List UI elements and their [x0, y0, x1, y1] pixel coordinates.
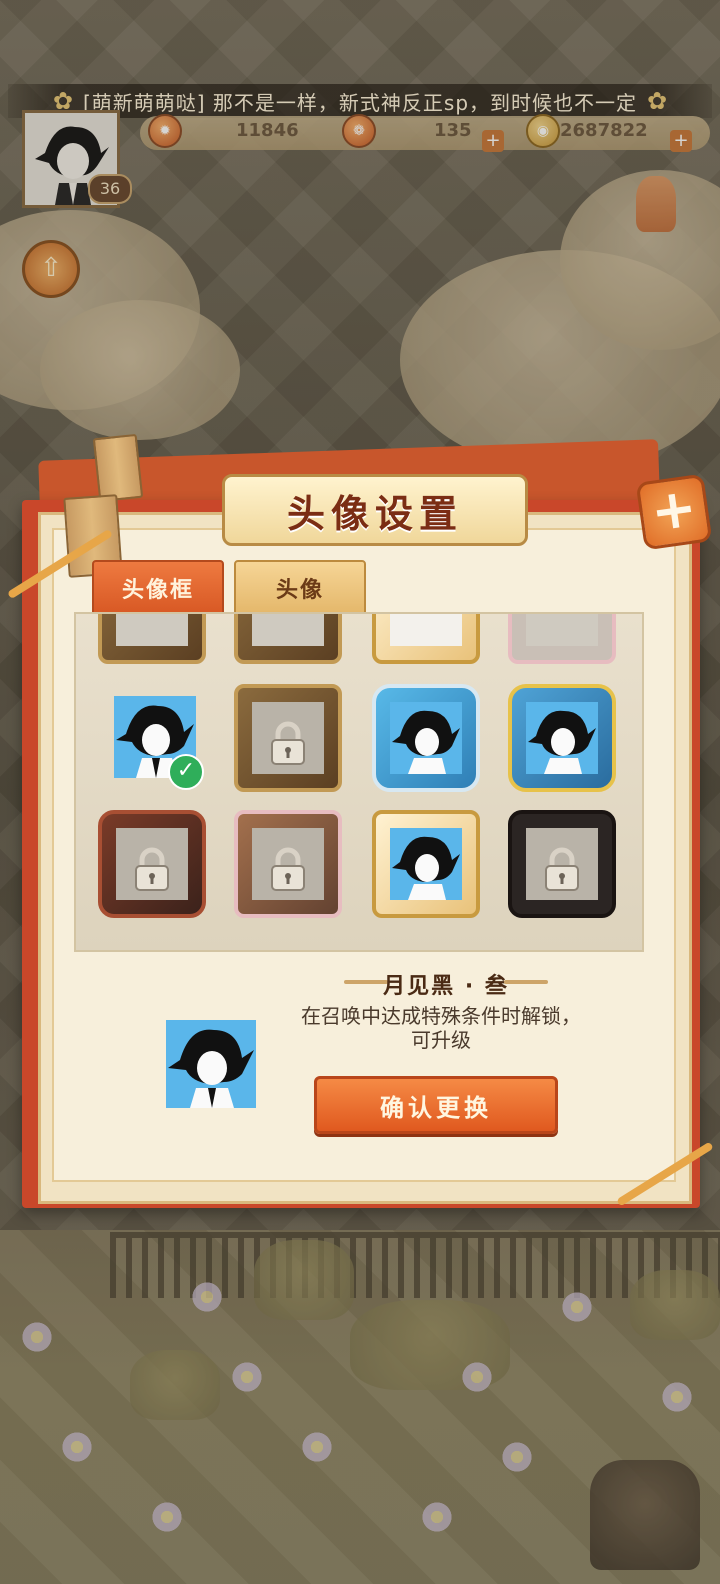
portrait: [526, 702, 598, 774]
frame-item[interactable]: [508, 684, 616, 792]
lock-icon: [271, 721, 305, 765]
close-button[interactable]: +: [635, 473, 713, 551]
tab-avatar-frame[interactable]: 头像框: [92, 560, 224, 616]
portrait: [526, 614, 598, 646]
portrait: [390, 702, 462, 774]
wood-sign-decoration: [92, 433, 144, 503]
frame-item[interactable]: [372, 614, 480, 664]
frame-item-locked[interactable]: [234, 810, 342, 918]
tab-avatar[interactable]: 头像: [234, 560, 366, 616]
frame-item[interactable]: [234, 614, 342, 664]
character-portrait-icon: [390, 828, 462, 900]
selected-frame-preview: [166, 1020, 256, 1108]
portrait: [252, 614, 324, 646]
frame-item-locked[interactable]: [98, 810, 206, 918]
lock-icon: [545, 847, 579, 891]
frame-item[interactable]: [372, 684, 480, 792]
frame-item-locked[interactable]: [508, 810, 616, 918]
frame-item-selected[interactable]: ✓: [98, 684, 206, 792]
confirm-change-button[interactable]: 确认更换: [314, 1076, 558, 1134]
character-portrait-icon: [390, 702, 462, 774]
selected-frame-description: 在召唤中达成特殊条件时解锁，可升级: [301, 1004, 581, 1052]
lock-icon: [135, 847, 169, 891]
portrait: [116, 614, 188, 646]
frame-item-locked[interactable]: [234, 684, 342, 792]
portrait: [390, 828, 462, 900]
selected-frame-name: 月见黑 · 叁: [383, 974, 509, 999]
frame-item[interactable]: [372, 810, 480, 918]
portrait: [390, 614, 462, 646]
character-portrait-icon: [526, 702, 598, 774]
dialog-title: 头像设置: [286, 491, 463, 536]
dialog-title-banner: 头像设置: [222, 474, 528, 546]
lock-icon: [271, 847, 305, 891]
name-decoration: [504, 980, 548, 984]
frame-item[interactable]: [508, 614, 616, 664]
character-portrait-icon: [166, 1020, 256, 1108]
selected-check-icon: ✓: [168, 754, 204, 790]
frame-grid[interactable]: ✓: [74, 612, 644, 952]
frame-item[interactable]: [98, 614, 206, 664]
